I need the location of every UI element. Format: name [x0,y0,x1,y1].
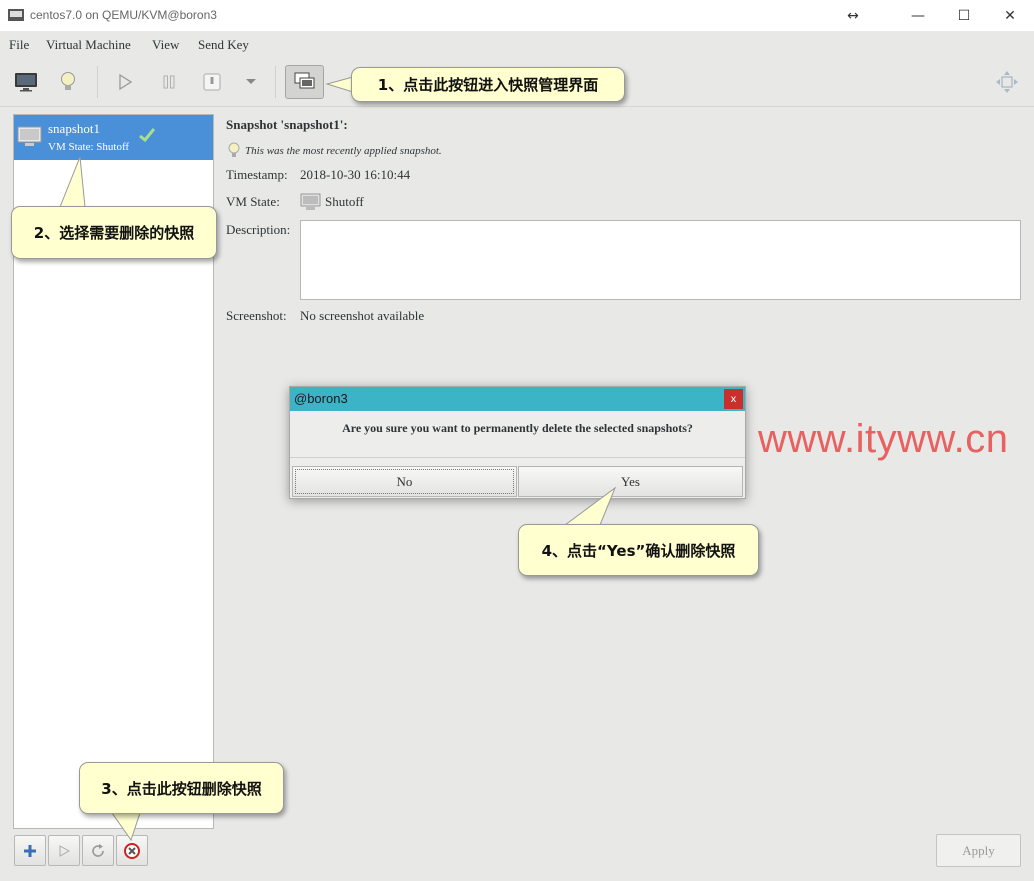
callout-4: 4、点击“Yes”确认删除快照 [518,524,759,576]
callout-2: 2、选择需要删除的快照 [11,206,217,259]
callout-1-pointer [325,76,354,93]
callout-1: 1、点击此按钮进入快照管理界面 [351,67,625,102]
callout-2-pointer [59,156,86,208]
callout-pointers [59,76,617,842]
callout-4-pointer [563,486,617,526]
callout-3-pointer [111,812,141,842]
callout-3: 3、点击此按钮删除快照 [79,762,284,814]
